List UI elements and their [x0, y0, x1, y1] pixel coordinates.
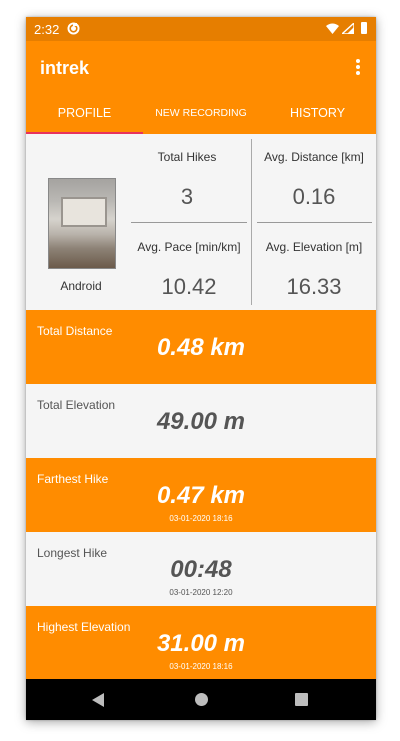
- avg-pace-value: 10.42: [161, 274, 217, 299]
- longest-hike-date: 03-01-2020 12:20: [169, 588, 233, 597]
- farthest-hike-banner: Farthest Hike 0.47 km 03-01-2020 18:16: [26, 458, 376, 532]
- app-bar: intrek: [26, 41, 376, 93]
- profile-stats-card: Android Total Hikes 3 Avg. Distance [km]…: [26, 134, 376, 310]
- avg-distance-label: Avg. Distance [km]: [264, 150, 364, 164]
- farthest-hike-date: 03-01-2020 18:16: [169, 514, 233, 523]
- longest-hike-value: 00:48: [170, 556, 232, 583]
- avatar-photo-window: [61, 197, 107, 227]
- total-elevation-banner: Total Elevation 49.00 m: [26, 384, 376, 458]
- overflow-menu-icon[interactable]: [348, 57, 368, 79]
- battery-icon: [361, 22, 367, 34]
- stats-divider-left: [131, 222, 247, 223]
- highest-elevation-banner: Highest Elevation 31.00 m 03-01-2020 18:…: [26, 606, 376, 680]
- highest-elevation-value: 31.00 m: [156, 630, 246, 657]
- tab-profile[interactable]: PROFILE: [26, 93, 143, 134]
- status-time: 2:32: [34, 22, 60, 37]
- recents-icon[interactable]: [295, 693, 308, 706]
- avg-pace-label: Avg. Pace [min/km]: [137, 240, 241, 254]
- tab-new-recording-label: NEW RECORDING: [155, 107, 247, 119]
- navigation-bar: [26, 679, 376, 720]
- tab-history[interactable]: HISTORY: [259, 93, 376, 134]
- longest-hike-banner: Longest Hike 00:48 03-01-2020 12:20: [26, 532, 376, 606]
- home-icon[interactable]: [195, 693, 208, 706]
- total-distance-value: 0.48 km: [156, 334, 246, 361]
- username: Android: [60, 279, 102, 293]
- tab-new-recording[interactable]: NEW RECORDING: [143, 93, 259, 134]
- stats-divider-right: [257, 222, 372, 223]
- stats-divider-vertical: [251, 139, 252, 305]
- farthest-hike-value: 0.47 km: [156, 482, 246, 509]
- total-distance-banner: Total Distance 0.48 km: [26, 310, 376, 384]
- highest-elevation-date: 03-01-2020 18:16: [169, 662, 233, 671]
- status-bar: 2:32: [26, 17, 376, 41]
- phone-screen: 2:32 intrek PROFILE NEW RECORDING HISTOR…: [26, 17, 376, 720]
- tab-bar: PROFILE NEW RECORDING HISTORY: [26, 93, 376, 134]
- sync-icon: [67, 22, 80, 35]
- wifi-icon: [326, 23, 339, 34]
- total-hikes-value: 3: [180, 184, 194, 209]
- avatar: [48, 178, 116, 269]
- back-icon[interactable]: [92, 693, 105, 707]
- avg-elevation-label: Avg. Elevation [m]: [265, 240, 363, 254]
- avg-distance-value: 0.16: [292, 184, 336, 209]
- signal-icon: [342, 23, 354, 34]
- tab-history-label: HISTORY: [289, 106, 346, 120]
- total-elevation-value: 49.00 m: [156, 408, 246, 435]
- tab-profile-label: PROFILE: [57, 106, 112, 120]
- total-hikes-label: Total Hikes: [157, 150, 217, 164]
- avg-elevation-value: 16.33: [286, 274, 342, 299]
- app-title: intrek: [40, 58, 90, 78]
